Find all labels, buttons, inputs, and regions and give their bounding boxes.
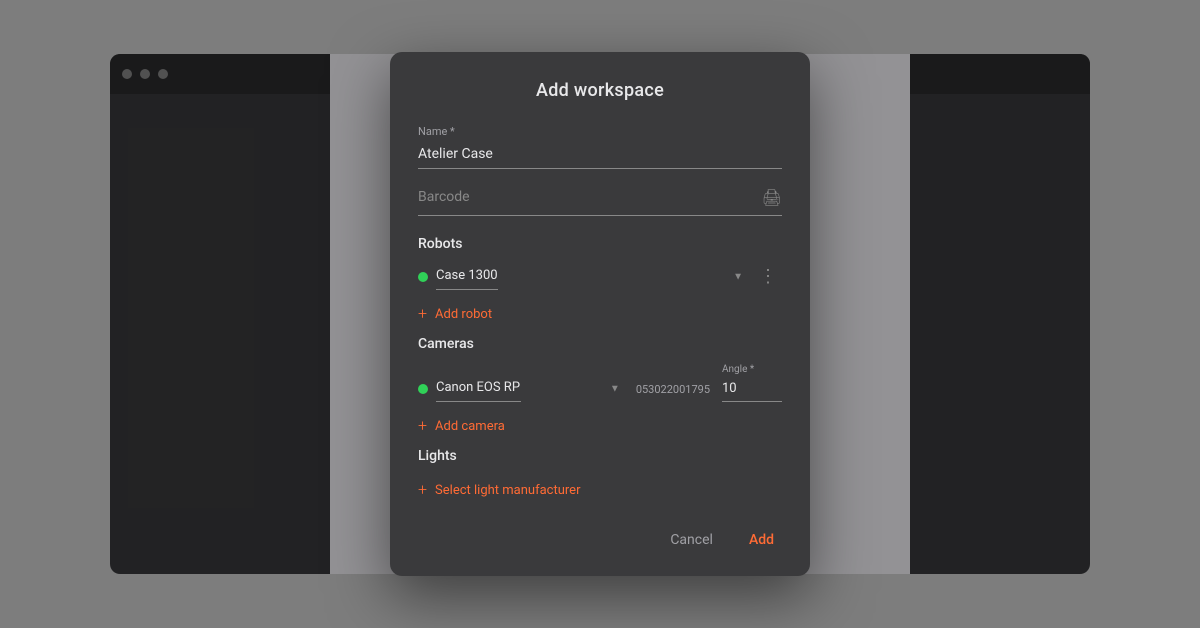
robots-section-header: Robots: [418, 236, 782, 252]
add-button[interactable]: Add: [741, 528, 782, 552]
camera-select[interactable]: Canon EOS RP: [436, 376, 521, 402]
camera-select-wrapper: Canon EOS RP ▼: [436, 376, 624, 402]
add-camera-icon: +: [418, 418, 427, 434]
select-light-label: Select light manufacturer: [435, 483, 580, 498]
camera-serial: 053022001795: [636, 383, 710, 396]
barcode-print-icon[interactable]: 🖨: [762, 188, 782, 207]
camera-status-dot: [418, 384, 428, 394]
angle-field: Angle *: [722, 364, 782, 402]
robot-more-button[interactable]: ⋮: [755, 268, 782, 286]
add-light-icon: +: [418, 482, 427, 498]
robots-section: Robots Case 1300 ▼ ⋮ + Add robot: [418, 236, 782, 328]
angle-label: Angle *: [722, 364, 782, 375]
dialog-title: Add workspace: [418, 80, 782, 101]
add-camera-button[interactable]: + Add camera: [418, 412, 505, 440]
name-label: Name *: [418, 125, 782, 138]
robot-status-dot: [418, 272, 428, 282]
cameras-section-header: Cameras: [418, 336, 782, 352]
lights-section-header: Lights: [418, 448, 782, 464]
camera-select-group: Canon EOS RP ▼ 053022001795: [418, 376, 710, 402]
robot-select[interactable]: Case 1300: [436, 264, 498, 290]
cameras-section: Cameras Canon EOS RP ▼ 053022001795 Angl…: [418, 336, 782, 440]
name-input[interactable]: [418, 142, 782, 169]
select-light-manufacturer-button[interactable]: + Select light manufacturer: [418, 476, 580, 504]
angle-input[interactable]: [722, 377, 782, 402]
add-camera-label: Add camera: [435, 419, 505, 434]
barcode-row: 🖨: [418, 185, 782, 216]
robot-select-wrapper: Case 1300 ▼: [436, 264, 747, 290]
add-workspace-dialog: Add workspace Name * 🖨 Robots Case 1300 …: [390, 52, 810, 576]
barcode-input[interactable]: [418, 185, 762, 209]
add-robot-label: Add robot: [435, 307, 492, 322]
robot-row: Case 1300 ▼ ⋮: [418, 264, 782, 290]
name-field-group: Name *: [418, 125, 782, 169]
robot-select-arrow: ▼: [733, 272, 743, 283]
modal-overlay: Add workspace Name * 🖨 Robots Case 1300 …: [0, 0, 1200, 628]
camera-row: Canon EOS RP ▼ 053022001795 Angle *: [418, 364, 782, 402]
add-robot-button[interactable]: + Add robot: [418, 300, 492, 328]
lights-section: Lights + Select light manufacturer: [418, 448, 782, 504]
cancel-button[interactable]: Cancel: [662, 528, 721, 552]
add-robot-icon: +: [418, 306, 427, 322]
dialog-footer: Cancel Add: [418, 524, 782, 552]
camera-select-arrow: ▼: [610, 384, 620, 395]
